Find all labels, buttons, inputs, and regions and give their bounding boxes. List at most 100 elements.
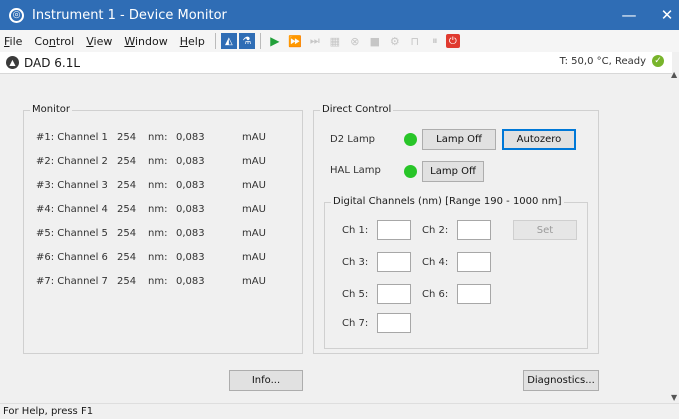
hal-lamp-indicator — [404, 165, 417, 178]
autozero-button[interactable]: Autozero — [502, 129, 576, 150]
vertical-scrollbar[interactable]: ▲ ▼ — [671, 52, 679, 402]
channel-name: #3: Channel 3 — [36, 180, 108, 191]
d2-lamp-label: D2 Lamp — [330, 134, 376, 145]
wash-icon[interactable]: ⊓ — [406, 32, 424, 50]
channel-row: #6: Channel 6 254 nm: 0,083 mAU — [24, 252, 324, 266]
channel-row: #5: Channel 5 254 nm: 0,083 mAU — [24, 228, 324, 242]
channel-wavelength-unit: nm: — [148, 180, 168, 191]
menu-view[interactable]: View — [80, 35, 118, 48]
device-header: ▲ DAD 6.1L T: 50,0 °C, Ready ✓ — [0, 52, 672, 74]
ch4-label: Ch 4: — [422, 257, 449, 268]
hal-lamp-off-button[interactable]: Lamp Off — [422, 161, 484, 182]
ch5-label: Ch 5: — [342, 289, 369, 300]
menu-bar: File Control View Window Help ◭ ⚗ ▶ ⏩ ⏭ … — [0, 30, 679, 52]
direct-control-group-title: Direct Control — [320, 104, 394, 116]
menu-file[interactable]: File — [0, 35, 28, 48]
direct-control-group: Direct Control D2 Lamp Lamp Off Autozero… — [313, 104, 599, 354]
ch5-input[interactable] — [377, 284, 411, 304]
channel-wavelength-unit: nm: — [148, 228, 168, 239]
channel-value-unit: mAU — [242, 156, 266, 167]
channel-name: #1: Channel 1 — [36, 132, 108, 143]
ch1-input[interactable] — [377, 220, 411, 240]
channel-row: #7: Channel 7 254 nm: 0,083 mAU — [24, 276, 324, 290]
ch3-input[interactable] — [377, 252, 411, 272]
channel-row: #2: Channel 2 254 nm: 0,083 mAU — [24, 156, 324, 170]
method-icon[interactable]: ⚗ — [238, 33, 255, 49]
pause-icon[interactable]: ⏸ — [426, 32, 444, 50]
ch7-label: Ch 7: — [342, 318, 369, 329]
sequence-icon[interactable]: ◭ — [220, 33, 237, 49]
menu-help[interactable]: Help — [174, 35, 211, 48]
channel-value: 0,083 — [176, 132, 205, 143]
menu-control[interactable]: Control — [28, 35, 80, 48]
monitor-group: Monitor #1: Channel 1 254 nm: 0,083 mAU … — [23, 104, 303, 354]
channel-wavelength: 254 — [117, 228, 137, 239]
ch1-label: Ch 1: — [342, 225, 369, 236]
channel-value-unit: mAU — [242, 252, 266, 263]
stop-icon[interactable]: ■ — [366, 32, 384, 50]
ok-check-icon: ✓ — [652, 55, 664, 67]
scroll-down-icon[interactable]: ▼ — [671, 393, 677, 402]
channel-wavelength-unit: nm: — [148, 252, 168, 263]
instrument-logo-icon: ◎ — [9, 7, 24, 23]
skip-icon[interactable]: ⏭ — [306, 32, 324, 50]
device-name: DAD 6.1L — [24, 55, 81, 70]
channel-row: #3: Channel 3 254 nm: 0,083 mAU — [24, 180, 324, 194]
digital-channels-group: Digital Channels (nm) [Range 190 - 1000 … — [324, 196, 588, 349]
play-icon[interactable]: ▶ — [266, 32, 284, 50]
status-bar-text: For Help, press F1 — [3, 406, 94, 417]
valve-icon[interactable]: ⚙ — [386, 32, 404, 50]
ch4-input[interactable] — [457, 252, 491, 272]
channel-wavelength-unit: nm: — [148, 132, 168, 143]
close-button[interactable]: ✕ — [647, 0, 679, 30]
channel-value: 0,083 — [176, 156, 205, 167]
channel-value: 0,083 — [176, 252, 205, 263]
ch7-input[interactable] — [377, 313, 411, 333]
ch3-label: Ch 3: — [342, 257, 369, 268]
channel-wavelength-unit: nm: — [148, 276, 168, 287]
channel-value-unit: mAU — [242, 132, 266, 143]
channel-wavelength: 254 — [117, 180, 137, 191]
channel-wavelength: 254 — [117, 276, 137, 287]
sampler-icon[interactable]: ▦ — [326, 32, 344, 50]
channel-wavelength: 254 — [117, 132, 137, 143]
toolbar-separator — [214, 33, 216, 49]
channel-row: #1: Channel 1 254 nm: 0,083 mAU — [24, 132, 324, 146]
minimize-button[interactable]: — — [609, 0, 649, 30]
channel-wavelength-unit: nm: — [148, 204, 168, 215]
channel-value: 0,083 — [176, 228, 205, 239]
channel-value: 0,083 — [176, 180, 205, 191]
info-button[interactable]: Info... — [229, 370, 303, 391]
menu-window[interactable]: Window — [118, 35, 173, 48]
hal-lamp-label: HAL Lamp — [330, 165, 381, 176]
diagnostics-button[interactable]: Diagnostics... — [523, 370, 599, 391]
channel-value-unit: mAU — [242, 180, 266, 191]
power-icon[interactable]: ⏻ — [445, 34, 460, 48]
title-bar: ◎ Instrument 1 - Device Monitor — ✕ — [0, 0, 679, 30]
ch6-input[interactable] — [457, 284, 491, 304]
channel-wavelength: 254 — [117, 252, 137, 263]
channel-value-unit: mAU — [242, 276, 266, 287]
digital-channels-title: Digital Channels (nm) [Range 190 - 1000 … — [331, 196, 564, 208]
channel-wavelength-unit: nm: — [148, 156, 168, 167]
ch2-input[interactable] — [457, 220, 491, 240]
channel-value: 0,083 — [176, 204, 205, 215]
stop-circle-icon[interactable]: ⊗ — [346, 32, 364, 50]
toolbar-separator — [259, 33, 261, 49]
window-title: Instrument 1 - Device Monitor — [32, 7, 227, 23]
scroll-up-icon[interactable]: ▲ — [671, 70, 677, 79]
status-bar: For Help, press F1 — [0, 403, 679, 419]
device-status: T: 50,0 °C, Ready ✓ — [560, 55, 664, 67]
channel-value-unit: mAU — [242, 228, 266, 239]
channel-value: 0,083 — [176, 276, 205, 287]
monitor-group-title: Monitor — [30, 104, 73, 116]
d2-lamp-off-button[interactable]: Lamp Off — [422, 129, 496, 150]
set-button[interactable]: Set — [513, 220, 577, 240]
channel-name: #2: Channel 2 — [36, 156, 108, 167]
d2-lamp-indicator — [404, 133, 417, 146]
channel-wavelength: 254 — [117, 204, 137, 215]
collapse-chevron-icon[interactable]: ▲ — [6, 56, 19, 69]
ch2-label: Ch 2: — [422, 225, 449, 236]
channel-name: #4: Channel 4 — [36, 204, 108, 215]
fast-forward-icon[interactable]: ⏩ — [286, 32, 304, 50]
